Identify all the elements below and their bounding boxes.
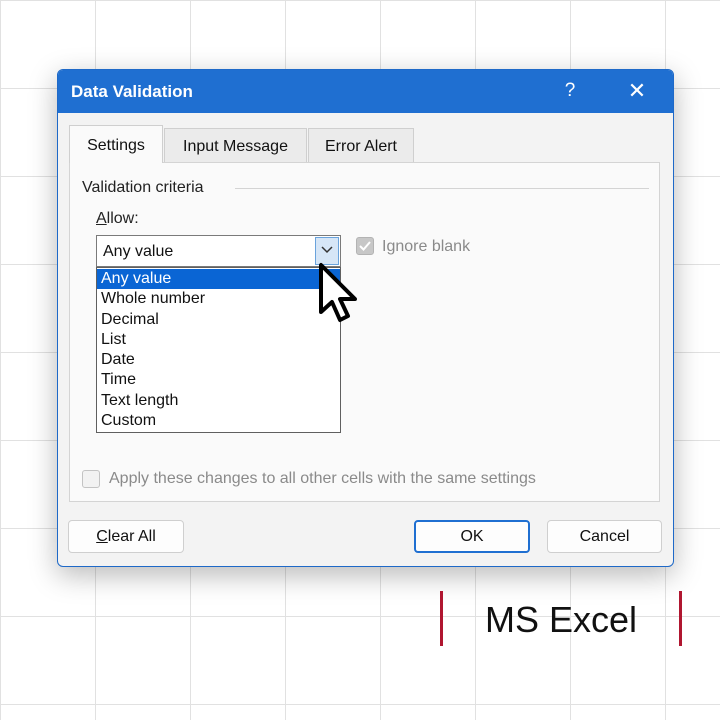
clear-all-button[interactable]: Clear All	[68, 520, 184, 553]
help-button[interactable]: ?	[553, 77, 587, 105]
allow-label: Allow:	[96, 210, 139, 227]
ignore-blank-label: Ignore blank	[382, 238, 471, 255]
data-validation-dialog: Data Validation ? ✕ Settings Input Messa…	[57, 69, 674, 567]
tab-error-alert[interactable]: Error Alert	[308, 128, 414, 162]
brand-text: MS Excel	[484, 599, 638, 640]
checkmark-icon	[359, 241, 371, 251]
section-divider	[235, 188, 649, 189]
mouse-pointer-icon	[319, 263, 357, 322]
ignore-blank-checkbox[interactable]	[356, 237, 374, 255]
allow-dropdown[interactable]: Any value	[96, 235, 341, 267]
dialog-title: Data Validation	[71, 82, 193, 101]
ok-button[interactable]: OK	[414, 520, 530, 553]
option-any-value[interactable]: Any value	[97, 269, 340, 290]
option-time[interactable]: Time	[97, 370, 340, 390]
dialog-titlebar[interactable]: Data Validation ? ✕	[58, 70, 673, 113]
apply-all-label: Apply these changes to all other cells w…	[109, 470, 536, 487]
allow-dropdown-value: Any value	[103, 243, 174, 260]
tab-settings[interactable]: Settings	[69, 125, 163, 163]
tab-input-message[interactable]: Input Message	[164, 128, 307, 162]
cancel-button[interactable]: Cancel	[547, 520, 662, 553]
option-date[interactable]: Date	[97, 350, 340, 370]
apply-all-checkbox[interactable]	[82, 470, 100, 488]
validation-criteria-label: Validation criteria	[82, 179, 204, 196]
dropdown-toggle-button[interactable]	[315, 237, 339, 265]
chevron-down-icon	[321, 246, 333, 254]
option-list[interactable]: List	[97, 330, 340, 350]
option-text-length[interactable]: Text length	[97, 391, 340, 411]
settings-panel: Validation criteria Allow: Any value Any…	[69, 162, 660, 502]
option-decimal[interactable]: Decimal	[97, 310, 340, 330]
brand-label: MS Excel	[440, 591, 682, 646]
option-custom[interactable]: Custom	[97, 411, 340, 431]
allow-options-list[interactable]: Any value Whole number Decimal List Date…	[96, 267, 341, 433]
option-whole-number[interactable]: Whole number	[97, 289, 340, 309]
close-button[interactable]: ✕	[618, 77, 656, 105]
